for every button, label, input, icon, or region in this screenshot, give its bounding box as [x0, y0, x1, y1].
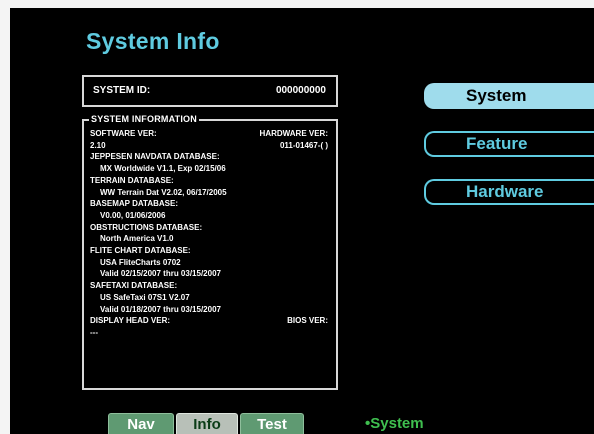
- hardware-ver-label: HARDWARE VER:: [259, 129, 328, 138]
- safetaxi-db-label: SAFETAXI DATABASE:: [90, 281, 178, 291]
- tab-test[interactable]: Test: [240, 413, 304, 434]
- feature-button[interactable]: Feature: [424, 131, 594, 157]
- system-button-label: System: [466, 86, 527, 105]
- hardware-button[interactable]: Hardware: [424, 179, 594, 205]
- breadcrumb: •System: [365, 415, 424, 432]
- jeppesen-db-value: MX Worldwide V1.1, Exp 02/15/06: [100, 164, 226, 174]
- terrain-db-value: WW Terrain Dat V2.02, 06/17/2005: [100, 187, 227, 197]
- display-head-row: DISPLAY HEAD VER: BIOS VER:: [90, 315, 328, 327]
- display-screen: System Info SYSTEM ID: 000000000 SYSTEM …: [10, 8, 594, 434]
- obstructions-db-value: North America V1.0: [100, 234, 174, 244]
- version-label-row: SOFTWARE VER: HARDWARE VER:: [90, 128, 328, 140]
- basemap-db-label: BASEMAP DATABASE:: [90, 199, 179, 209]
- system-id-value: 000000000: [275, 85, 326, 96]
- system-button[interactable]: System: [424, 83, 594, 109]
- basemap-db-value: V0.00, 01/06/2006: [100, 210, 166, 220]
- system-id-label: SYSTEM ID:: [93, 85, 151, 96]
- version-value-row: 2.10 011-01467-( ): [90, 140, 328, 152]
- obstructions-db-label: OBSTRUCTIONS DATABASE:: [90, 222, 203, 232]
- system-information-panel: SYSTEM INFORMATION SOFTWARE VER: HARDWAR…: [82, 114, 338, 390]
- terrain-db-label: TERRAIN DATABASE:: [90, 175, 174, 185]
- software-ver-label: SOFTWARE VER:: [90, 129, 157, 138]
- flite-chart-db-value: USA FliteCharts 0702: [100, 257, 181, 267]
- hardware-ver-value: 011-01467-( ): [279, 140, 328, 150]
- flite-chart-db-validity: Valid 02/15/2007 thru 03/15/2007: [100, 269, 221, 279]
- display-head-ver-label: DISPLAY HEAD VER:: [90, 316, 171, 326]
- system-information-list: SOFTWARE VER: HARDWARE VER: 2.10 011-014…: [90, 128, 328, 339]
- feature-button-label: Feature: [466, 134, 528, 153]
- tab-nav-label: Nav: [127, 415, 155, 433]
- system-id-box: SYSTEM ID: 000000000: [82, 75, 338, 107]
- software-ver-value: 2.10: [90, 140, 106, 150]
- system-information-title: SYSTEM INFORMATION: [89, 114, 199, 126]
- tab-test-label: Test: [257, 415, 287, 433]
- safetaxi-db-validity: Valid 01/18/2007 thru 03/15/2007: [100, 304, 221, 314]
- bios-ver-label: BIOS VER:: [287, 316, 328, 326]
- jeppesen-db-label: JEPPESEN NAVDATA DATABASE:: [90, 152, 220, 162]
- hardware-button-label: Hardware: [466, 182, 544, 201]
- tab-info[interactable]: Info: [176, 413, 238, 434]
- flite-chart-db-label: FLITE CHART DATABASE:: [90, 246, 191, 256]
- display-head-ver-value: ---: [90, 327, 98, 337]
- tab-nav[interactable]: Nav: [108, 413, 174, 434]
- page-title: System Info: [86, 28, 220, 54]
- safetaxi-db-value: US SafeTaxi 07S1 V2.07: [100, 292, 190, 302]
- tab-info-label: Info: [193, 415, 221, 433]
